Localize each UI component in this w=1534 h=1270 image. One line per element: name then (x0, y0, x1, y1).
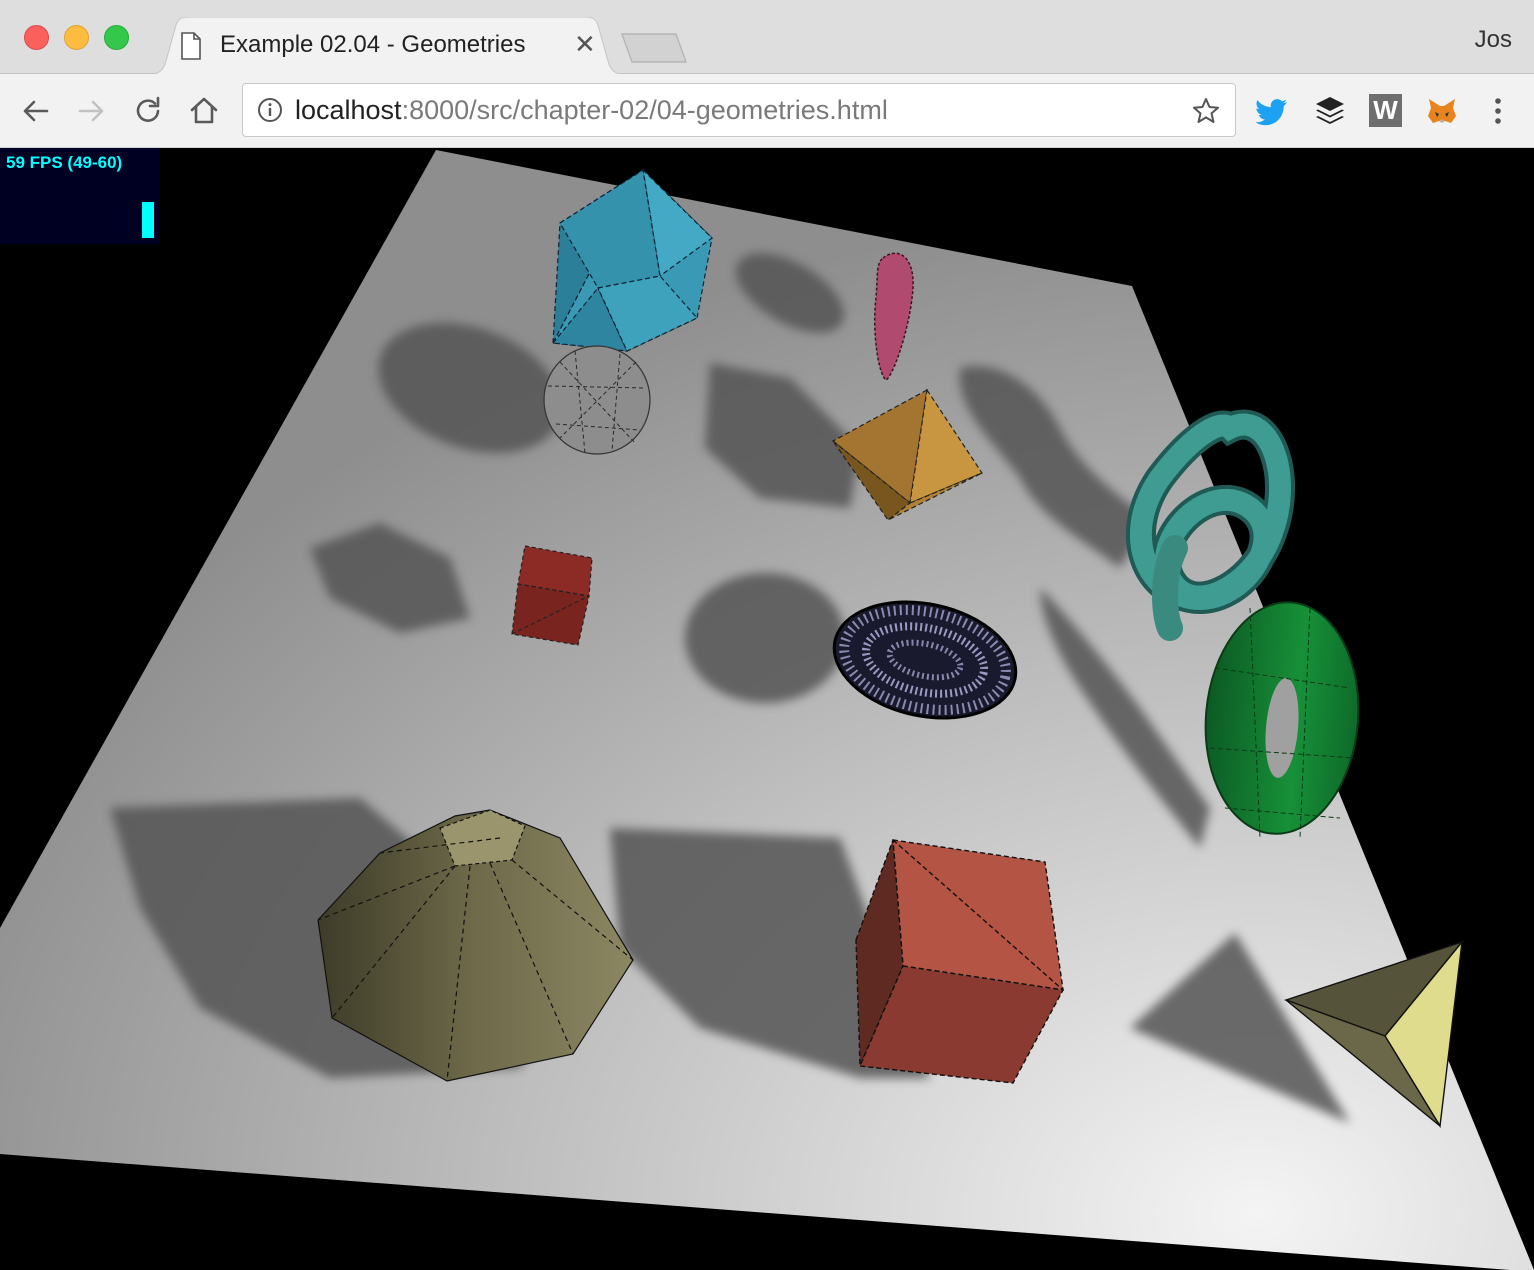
twitter-icon[interactable] (1256, 94, 1290, 128)
home-icon[interactable] (185, 92, 223, 130)
menu-icon[interactable] (1481, 94, 1515, 128)
site-info-icon[interactable] (257, 97, 283, 123)
fps-graph (6, 178, 154, 238)
stats-panel[interactable]: 59 FPS (49-60) (0, 148, 160, 244)
metamask-icon[interactable] (1425, 94, 1459, 128)
buffer-icon[interactable] (1313, 94, 1347, 128)
forward-icon[interactable] (72, 92, 110, 130)
toolbar: localhost:8000/src/chapter-02/04-geometr… (0, 74, 1534, 148)
maximize-window-button[interactable] (104, 25, 129, 50)
page-icon (181, 32, 201, 60)
tab-strip: Example 02.04 - Geometries ✕ Jos (0, 0, 1534, 75)
active-tab[interactable]: Example 02.04 - Geometries ✕ (146, 17, 628, 75)
minimize-window-button[interactable] (64, 25, 89, 50)
bookmark-star-icon[interactable] (1191, 96, 1221, 126)
fps-counter: 59 FPS (49-60) (6, 153, 123, 172)
profile-name[interactable]: Jos (1475, 26, 1512, 54)
scene-render (0, 150, 1534, 1270)
reload-icon[interactable] (129, 92, 167, 130)
large-box-mesh (855, 839, 1065, 1084)
w-extension-icon[interactable]: W (1369, 94, 1402, 127)
url-path: :8000/src/chapter-02/04-geometries.html (401, 95, 888, 125)
url-host: localhost (295, 95, 402, 125)
tab-title: Example 02.04 - Geometries (220, 31, 526, 58)
url-text[interactable]: localhost:8000/src/chapter-02/04-geometr… (295, 95, 888, 126)
address-bar[interactable]: localhost:8000/src/chapter-02/04-geometr… (242, 83, 1236, 137)
small-box-mesh (511, 545, 593, 646)
back-icon[interactable] (17, 92, 55, 130)
new-tab-button[interactable] (620, 32, 688, 64)
sphere-mesh (543, 345, 651, 455)
webgl-canvas[interactable]: 59 FPS (49-60) (0, 148, 1534, 1270)
close-window-button[interactable] (24, 25, 49, 50)
tab-close-icon[interactable]: ✕ (574, 29, 596, 60)
fps-graph-bar (142, 202, 154, 238)
